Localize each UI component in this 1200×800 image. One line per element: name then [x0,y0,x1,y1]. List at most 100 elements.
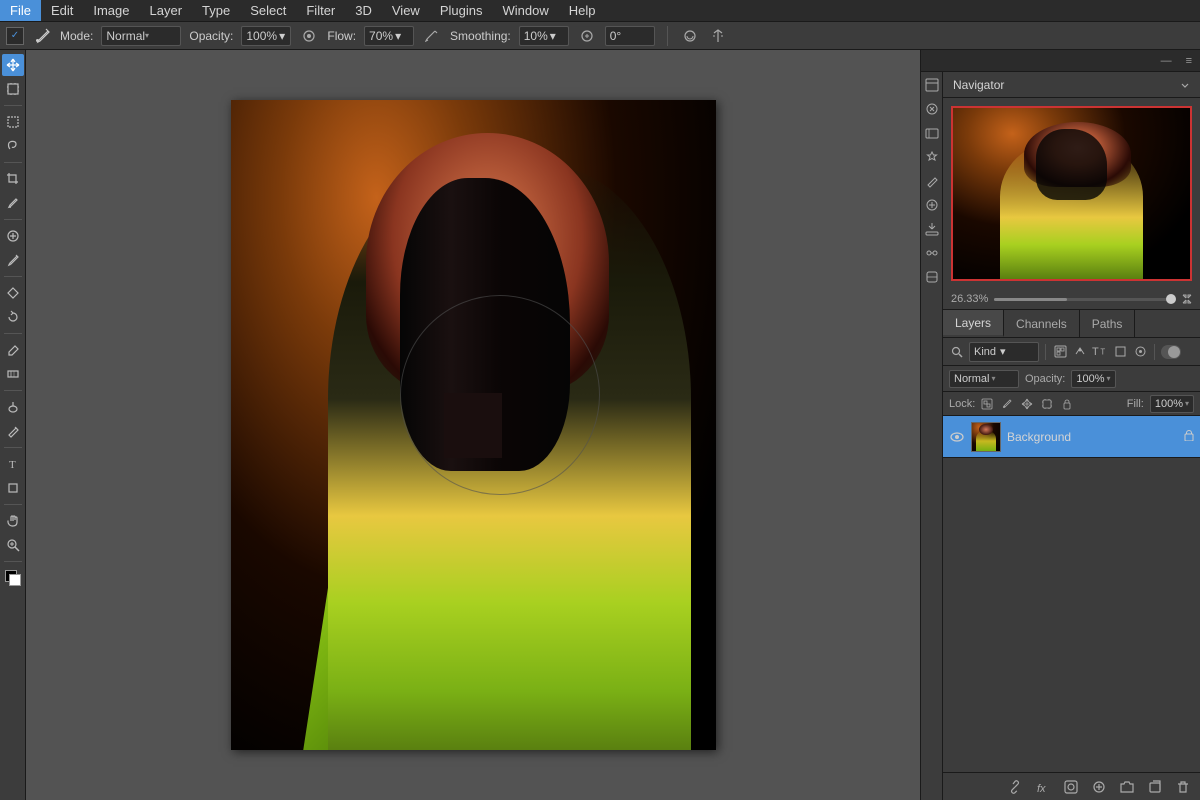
blend-mode-dropdown[interactable]: Normal ▾ [949,370,1019,388]
lasso-tool[interactable] [2,135,24,157]
filter-adjustment-icon[interactable] [1072,344,1088,360]
mode-dropdown[interactable]: Normal ▾ [101,26,181,46]
tab-layers[interactable]: Layers [943,310,1004,337]
smoothing-options-icon[interactable] [577,26,597,46]
panel-collapse-btn[interactable]: — [1157,53,1176,69]
menu-select[interactable]: Select [240,0,296,21]
smoothing-label: Smoothing: [450,29,511,43]
canvas-container [231,100,716,750]
panel-icon-4[interactable] [923,148,941,166]
layers-panel: Layers Channels Paths Kind ▾ [943,310,1200,800]
lock-pixels-icon[interactable] [979,396,995,412]
panel-icon-3[interactable] [923,124,941,142]
lock-paint-icon[interactable] [999,396,1015,412]
marquee-tool[interactable] [2,111,24,133]
photo-canvas [231,100,716,750]
pressure-icon[interactable] [680,26,700,46]
navigator-title: Navigator [953,78,1004,92]
menu-plugins[interactable]: Plugins [430,0,493,21]
panel-icon-1[interactable] [923,76,941,94]
canvas-area[interactable] [26,50,920,800]
menu-file[interactable]: File [0,0,41,21]
zoom-fit-icon [1182,294,1192,304]
menu-layer[interactable]: Layer [140,0,193,21]
lock-artboard-icon[interactable] [1039,396,1055,412]
nav-thumbnail[interactable] [951,106,1192,281]
crop-tool[interactable] [2,168,24,190]
navigator-header[interactable]: Navigator [943,72,1200,98]
artboard-tool[interactable] [2,78,24,100]
filter-pixel-icon[interactable] [1052,344,1068,360]
filter-toggle[interactable] [1161,345,1181,359]
menu-help[interactable]: Help [559,0,606,21]
menu-type[interactable]: Type [192,0,240,21]
menu-view[interactable]: View [382,0,430,21]
filter-shape-icon[interactable] [1112,344,1128,360]
layer-visibility-toggle[interactable] [949,429,965,445]
add-style-icon[interactable]: fx [1034,778,1052,796]
tab-channels[interactable]: Channels [1004,310,1080,337]
eyedropper-tool[interactable] [2,192,24,214]
airbrush-icon[interactable] [299,26,319,46]
zoom-bar: 26.33% [943,289,1200,309]
layer-lock-icon [1184,429,1194,444]
panel-icon-5[interactable] [923,172,941,190]
pen-tool[interactable] [2,420,24,442]
layer-item-background[interactable]: Background [943,416,1200,458]
lock-all-icon[interactable] [1059,396,1075,412]
options-bar: ✓ Mode: Normal ▾ Opacity: 100%▾ Flow: 70… [0,22,1200,50]
menu-filter[interactable]: Filter [296,0,345,21]
menu-3d[interactable]: 3D [345,0,382,21]
brush-tool-icon [32,26,52,46]
angle-value[interactable]: 0° [605,26,655,46]
shape-tool[interactable] [2,477,24,499]
symmetry-icon[interactable] [708,26,728,46]
lock-position-icon[interactable] [1019,396,1035,412]
healing-tool[interactable] [2,225,24,247]
fill-input[interactable]: 100% ▾ [1150,395,1194,413]
right-panel: — ≡ [920,50,1200,800]
add-adjustment-icon[interactable] [1090,778,1108,796]
tool-preset[interactable]: ✓ [6,27,24,45]
add-layer-icon[interactable] [1146,778,1164,796]
move-tool[interactable] [2,54,24,76]
panel-icon-7[interactable] [923,220,941,238]
eraser-tool[interactable] [2,339,24,361]
add-group-icon[interactable] [1118,778,1136,796]
panel-icon-6[interactable] [923,196,941,214]
navigator-collapse-icon [1180,80,1190,90]
opacity-input[interactable]: 100% ▾ [1071,370,1115,388]
layers-filter-bar: Kind ▾ T T [943,338,1200,366]
panel-close-btn[interactable]: ≡ [1182,53,1196,69]
brush-tool[interactable] [2,249,24,271]
svg-text:T: T [9,459,16,471]
flow-value[interactable]: 70%▾ [364,26,414,46]
opacity-value[interactable]: 100%▾ [241,26,291,46]
zoom-slider[interactable] [994,298,1176,301]
menu-window[interactable]: Window [492,0,558,21]
stylus-icon[interactable] [422,26,442,46]
zoom-tool[interactable] [2,534,24,556]
foreground-color[interactable] [2,567,24,589]
delete-layer-icon[interactable] [1174,778,1192,796]
hand-tool[interactable] [2,510,24,532]
panel-icon-2[interactable] [923,100,941,118]
tab-paths[interactable]: Paths [1080,310,1136,337]
history-brush-tool[interactable] [2,306,24,328]
filter-smartobj-icon[interactable] [1132,344,1148,360]
flow-label: Flow: [327,29,356,43]
clone-tool[interactable] [2,282,24,304]
panel-icon-8[interactable] [923,244,941,262]
gradient-tool[interactable] [2,363,24,385]
panel-icon-9[interactable] [923,268,941,286]
type-tool[interactable]: T [2,453,24,475]
add-mask-icon[interactable] [1062,778,1080,796]
filter-kind-dropdown[interactable]: Kind ▾ [969,342,1039,362]
dodge-tool[interactable] [2,396,24,418]
menu-image[interactable]: Image [83,0,139,21]
smoothing-value[interactable]: 10%▾ [519,26,569,46]
filter-text-icon[interactable]: T T [1092,344,1108,360]
menu-edit[interactable]: Edit [41,0,83,21]
main-area: T [0,50,1200,800]
link-layers-icon[interactable] [1006,778,1024,796]
